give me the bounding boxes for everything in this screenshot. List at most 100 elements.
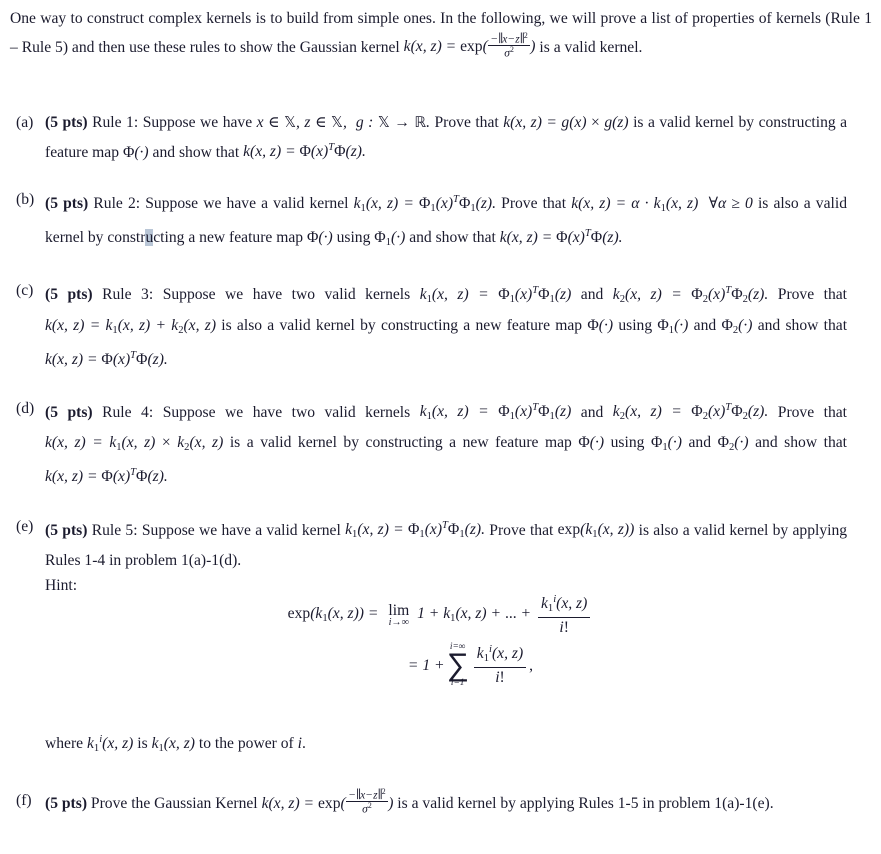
fraction-numerator-2: k1i(x, z) — [473, 644, 527, 668]
display-equation: exp(k1(x, z)) = lim i→∞ 1 + k1(x, z) + .… — [0, 594, 881, 689]
item-text-f-2: is a valid kernel by applying Rules 1-5 … — [397, 794, 774, 812]
item-text-d-3: Prove that — [777, 403, 848, 421]
fraction-denominator-1: i! — [559, 618, 569, 636]
gaussian-fraction-f: −∥x−z∥2 σ2 — [346, 787, 388, 816]
where-text-3: to the power of — [198, 734, 294, 752]
item-math-a-3: k(x, z) = g(x) × g(z) — [503, 114, 629, 131]
where-text-1: where — [45, 734, 84, 752]
item-marker-f: (f) — [16, 792, 32, 809]
item-math-b-3: ∀α ≥ 0 — [708, 194, 753, 212]
item-math-d-4: Φ(·) — [578, 433, 605, 451]
item-marker-c: (c) — [16, 282, 34, 300]
item-text-b-2: Prove that — [501, 194, 567, 212]
intro-tail: is a valid kernel. — [535, 38, 643, 56]
item-math-a-5: k(x, z) = Φ(x)TΦ(z). — [243, 142, 366, 161]
item-math-d-6: Φ2(·) — [717, 433, 749, 453]
item-rule-label-c: Rule 3: — [102, 286, 154, 304]
sigma-icon: ∑ — [446, 646, 469, 683]
question-item-c: (c) (5 pts) Rule 3: Suppose we have two … — [0, 278, 881, 372]
item-text-a-2: Prove that — [434, 114, 499, 131]
item-points-f: (5 pts) — [45, 794, 88, 812]
item-math-c-3: k(x, z) = k1(x, z) + k2(x, z) — [45, 316, 217, 336]
equation-trailing-comma: , — [529, 657, 534, 675]
item-math-e-1: k1(x, z) = Φ1(x)TΦ1(z). — [345, 520, 485, 541]
item-math-b-6: k(x, z) = Φ(x)TΦ(z). — [499, 228, 623, 246]
item-math-c-4: Φ(·) — [587, 316, 614, 334]
item-points-d: (5 pts) — [45, 403, 93, 421]
intro-paragraph: One way to construct complex kernels is … — [10, 6, 872, 60]
item-text-b-4: using — [336, 228, 371, 246]
item-text-c-2: and — [580, 286, 604, 304]
item-math-c-7: k(x, z) = Φ(x)TΦ(z). — [45, 350, 168, 369]
item-marker-e: (e) — [16, 517, 34, 535]
item-rule-label-d: Rule 4: — [102, 403, 154, 421]
item-body-b: (5 pts) Rule 2: Suppose we have a valid … — [45, 187, 847, 256]
where-text-2: is — [137, 734, 148, 752]
gaussian-numerator: −∥x−z∥2 — [488, 30, 530, 46]
item-text-d-4: is a valid kernel by constructing a new … — [229, 433, 572, 451]
item-math-b-4: Φ(·) — [306, 228, 333, 246]
item-text-c-5: using — [618, 316, 653, 334]
item-text-a-1: Suppose we have — [142, 114, 253, 131]
item-body-a: (5 pts) Rule 1: Suppose we have x ∈ 𝕏, z… — [45, 110, 847, 165]
item-text-e-1: Suppose we have a valid kernel — [141, 521, 341, 539]
question-item-d: (d) (5 pts) Rule 4: Suppose we have two … — [0, 396, 881, 490]
item-text-b-5: and show that — [409, 228, 496, 246]
item-marker-a: (a) — [16, 114, 34, 131]
item-text-c-4: is also a valid kernel by constructing a… — [221, 316, 583, 334]
item-text-c-7: and show that — [757, 316, 848, 334]
question-item-a: (a) (5 pts) Rule 1: Suppose we have x ∈ … — [0, 110, 881, 165]
item-marker-b: (b) — [16, 190, 35, 208]
question-list-continued: (f) (5 pts) Prove the Gaussian Kernel k(… — [0, 787, 881, 816]
equation-line-2: = 1 + i=∞ ∑ i=1 k1i(x, z) i! , — [0, 642, 881, 688]
where-math-2: k1(x, z) — [151, 734, 195, 754]
intro-gaussian-formula: k(x, z) = exp(−∥x−z∥2 σ2) — [403, 30, 536, 60]
gaussian-denominator-f: σ2 — [362, 801, 372, 816]
item-rule-label-a: Rule 1: — [92, 114, 139, 131]
question-item-f: (f) (5 pts) Prove the Gaussian Kernel k(… — [0, 787, 881, 816]
item-math-d-3: k(x, z) = k1(x, z) × k2(x, z) — [45, 433, 224, 453]
item-body-d: (5 pts) Rule 4: Suppose we have two vali… — [45, 396, 847, 490]
summation-operator: i=∞ ∑ i=1 — [446, 642, 469, 688]
item-body-f: (5 pts) Prove the Gaussian Kernel k(x, z… — [45, 787, 847, 816]
item-math-c-2: k2(x, z) = Φ2(x)TΦ2(z). — [612, 285, 769, 306]
item-text-b-3b: cting a new feature map — [153, 228, 304, 246]
gaussian-numerator-f: −∥x−z∥2 — [346, 787, 388, 803]
item-points-a: (5 pts) — [45, 114, 88, 131]
question-item-b: (b) (5 pts) Rule 2: Suppose we have a va… — [0, 187, 881, 256]
item-math-a-2: g : 𝕏 → ℝ. — [355, 114, 430, 131]
item-text-d-5: using — [610, 433, 645, 451]
item-text-c-3: Prove that — [777, 286, 848, 304]
limit-operator: lim i→∞ — [388, 603, 409, 628]
item-marker-d: (d) — [16, 399, 35, 417]
item-math-d-2: k2(x, z) = Φ2(x)TΦ2(z). — [612, 402, 769, 423]
item-points-c: (5 pts) — [45, 286, 93, 304]
equation-series-terms: 1 + k1(x, z) + ... + — [413, 605, 535, 625]
item-text-c-6: and — [693, 316, 717, 334]
item-math-e-2: exp(k1(x, z)) — [557, 521, 635, 541]
item-math-a-1: x ∈ 𝕏, z ∈ 𝕏, — [256, 114, 347, 131]
item-text-d-1: Suppose we have two valid kernels — [162, 403, 411, 421]
equation-fraction-2: k1i(x, z) i! — [473, 644, 527, 687]
item-math-d-7: k(x, z) = Φ(x)TΦ(z). — [45, 467, 168, 486]
equation-line2-lhs: = 1 + — [407, 657, 445, 675]
equation-lhs: exp(k1(x, z)) = — [287, 605, 379, 625]
item-body-c: (5 pts) Rule 3: Suppose we have two vali… — [45, 278, 847, 372]
item-math-d-1: k1(x, z) = Φ1(x)TΦ1(z) — [419, 402, 572, 423]
item-math-b-1: k1(x, z) = Φ1(x)TΦ1(z). — [353, 193, 496, 214]
item-points-e: (5 pts) — [45, 521, 88, 539]
item-math-c-1: k1(x, z) = Φ1(x)TΦ1(z) — [419, 285, 572, 306]
item-text-c-1: Suppose we have two valid kernels — [162, 286, 411, 304]
item-rule-label-b: Rule 2: — [93, 194, 141, 212]
item-math-a-4: Φ(·) — [122, 143, 149, 161]
item-math-c-6: Φ2(·) — [721, 316, 753, 336]
where-math-1: k1i(x, z) — [87, 734, 134, 754]
fraction-numerator-1: k1i(x, z) — [537, 594, 591, 618]
item-text-d-2: and — [580, 403, 604, 421]
item-text-a-4: and show that — [152, 143, 240, 161]
limit-subscript: i→∞ — [388, 616, 410, 628]
equation-fraction-1: k1i(x, z) i! — [537, 594, 591, 637]
item-math-c-5: Φ1(·) — [657, 316, 689, 336]
document-page: One way to construct complex kernels is … — [0, 0, 881, 854]
equation-line-1: exp(k1(x, z)) = lim i→∞ 1 + k1(x, z) + .… — [0, 594, 881, 637]
